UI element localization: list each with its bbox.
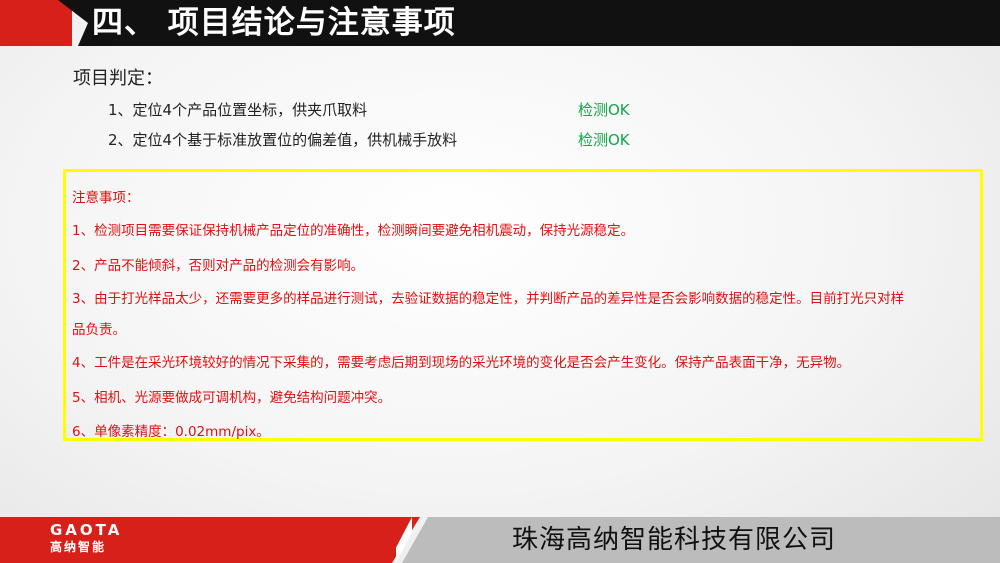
page-title: 四、 项目结论与注意事项 [92, 5, 456, 41]
note-item: 4、工件是在采光环境较好的情况下采集的，需要考虑后期到现场的采光环境的变化是否会… [72, 355, 851, 371]
header-bar: 四、 项目结论与注意事项 [0, 0, 1000, 46]
verdict-item: 2、定位4个基于标准放置位的偏差值，供机械手放料 检测OK [108, 129, 630, 150]
company-logo: GAOTA 高纳智能 [50, 522, 122, 556]
logo-text-cn: 高纳智能 [50, 540, 107, 554]
note-item: 2、产品不能倾斜，否则对产品的检测会有影响。 [72, 258, 365, 274]
notes-heading: 注意事项： [72, 190, 140, 206]
note-item: 3、由于打光样品太少，还需要更多的样品进行测试，去验证数据的稳定性，并判断产品的… [72, 291, 905, 307]
company-name: 珠海高纳智能科技有限公司 [512, 525, 837, 555]
note-item: 1、检测项目需要保证保持机械产品定位的准确性，检测瞬间要避免相机震动，保持光源稳… [72, 223, 635, 239]
verdict-heading: 项目判定： [73, 68, 163, 89]
verdict-item-status: 检测OK [578, 131, 630, 149]
verdict-item-status: 检测OK [578, 101, 630, 119]
note-item-continuation: 品负责。 [72, 322, 126, 338]
note-item: 6、单像素精度：0.02mm/pix。 [72, 424, 270, 440]
verdict-item-label: 1、定位4个产品位置坐标，供夹爪取料 [108, 101, 368, 119]
note-item: 5、相机、光源要做成可调机构，避免结构问题冲突。 [72, 390, 392, 406]
header-red-accent [0, 0, 72, 46]
logo-text-en: GAOTA [50, 521, 123, 539]
verdict-item: 1、定位4个产品位置坐标，供夹爪取料 检测OK [108, 99, 630, 120]
verdict-item-label: 2、定位4个基于标准放置位的偏差值，供机械手放料 [108, 131, 458, 149]
